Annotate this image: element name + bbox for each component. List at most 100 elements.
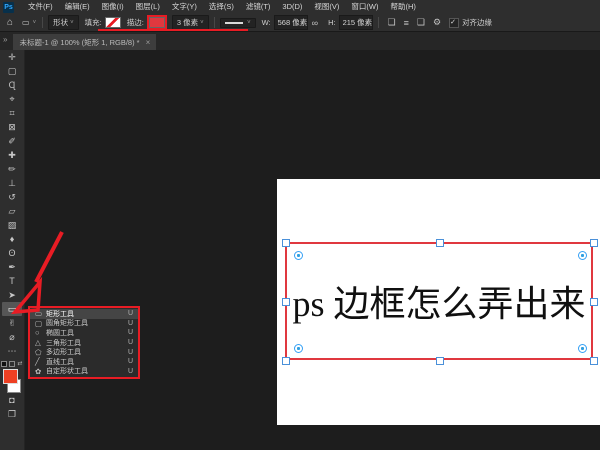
solid-line-icon <box>224 21 243 24</box>
rectangle-tool[interactable]: ▭ <box>2 302 22 316</box>
divider <box>377 17 379 28</box>
tool-options-bar: ⌂ ▭ ˅ 形状 ˅ 填充: 描边: 3 像素 ˅ ˅ W: 568 像素 ∞ … <box>0 14 600 32</box>
frame-tool[interactable]: ⊠ <box>2 120 22 134</box>
move-tool[interactable]: ✛ <box>2 50 22 64</box>
canvas-text: ps 边框怎么弄出来 <box>292 284 586 324</box>
eraser-tool[interactable]: ▱ <box>2 204 22 218</box>
stroke-width-value: 3 像素 <box>176 18 199 27</box>
chevron-down-icon: ˅ <box>70 19 74 26</box>
transform-handle[interactable] <box>590 357 598 365</box>
foreground-color-swatch[interactable] <box>3 369 18 384</box>
menu-item[interactable]: 滤镜(T) <box>240 0 277 14</box>
tool-mode-select[interactable]: 形状 ˅ <box>48 15 79 30</box>
quick-mask-button[interactable]: ◘ <box>2 393 22 407</box>
menu-item[interactable]: 图层(L) <box>130 0 166 14</box>
annotation-underline <box>98 29 248 31</box>
transform-handle[interactable] <box>436 239 444 247</box>
link-dimensions-icon[interactable]: ∞ <box>312 18 318 28</box>
shape-height-input[interactable]: 215 像素 <box>338 15 373 30</box>
menu-list: 文件(F) 编辑(E) 图像(I) 图层(L) 文字(Y) 选择(S) 滤镜(T) 3D(D)… <box>22 0 422 14</box>
flyout-rectangle-tool[interactable]: ▭ 矩形工具 U <box>30 309 138 319</box>
menu-bar: Ps 文件(F) 编辑(E) 图像(I) 图层(L) 文字(Y) 选择(S) 滤镜(T) 3D… <box>0 0 600 15</box>
corner-radius-control[interactable] <box>294 344 303 353</box>
rectangle-preset-icon: ▭ <box>22 18 31 27</box>
corner-radius-control[interactable] <box>578 251 587 260</box>
align-edges-checkbox[interactable]: ✓ <box>449 17 460 28</box>
flyout-line-tool[interactable]: ╱ 直线工具 U <box>30 357 138 367</box>
history-brush-tool[interactable]: ↺ <box>2 190 22 204</box>
pen-tool[interactable]: ✒ <box>2 260 22 274</box>
width-label: W: <box>261 18 271 27</box>
document-tab-bar: » 未标题-1 @ 100% (矩形 1, RGB/8) * × <box>0 31 600 50</box>
flyout-rounded-rectangle-tool[interactable]: ▢ 圆角矩形工具 U <box>30 319 138 329</box>
shape-icon: △ <box>35 338 41 348</box>
screen-mode-button[interactable]: ❐ <box>2 407 22 421</box>
align-edges-label: 对齐边缘 <box>462 18 493 27</box>
corner-radius-control[interactable] <box>578 344 587 353</box>
hand-tool[interactable]: ✌ <box>2 316 22 330</box>
collapse-chevrons-icon[interactable]: » <box>3 35 7 44</box>
stroke-color-swatch[interactable] <box>148 17 165 28</box>
transform-handle[interactable] <box>282 239 290 247</box>
home-icon[interactable]: ⌂ <box>7 17 13 28</box>
close-icon[interactable]: × <box>146 38 151 47</box>
transform-handle[interactable] <box>590 239 598 247</box>
fill-color-swatch[interactable] <box>104 17 121 28</box>
lasso-tool[interactable]: Ɋ <box>2 78 22 92</box>
fill-label: 填充: <box>84 18 102 27</box>
edit-toolbar-button[interactable]: ⋯ <box>2 344 22 358</box>
tool-preset-icon[interactable]: ▭ ˅ <box>22 18 37 27</box>
shape-width-input[interactable]: 568 像素 <box>273 15 308 30</box>
transform-handle[interactable] <box>436 357 444 365</box>
path-selection-tool[interactable]: ➤ <box>2 288 22 302</box>
corner-radius-control[interactable] <box>294 251 303 260</box>
eyedropper-tool[interactable]: ✐ <box>2 134 22 148</box>
type-tool[interactable]: T <box>2 274 22 288</box>
menu-item[interactable]: 编辑(E) <box>59 0 96 14</box>
menu-item[interactable]: 视图(V) <box>308 0 345 14</box>
dodge-tool[interactable]: ʘ <box>2 246 22 260</box>
transform-handle[interactable] <box>282 298 290 306</box>
swap-colors-icon[interactable]: ⇄ <box>17 360 22 367</box>
document-tab[interactable]: 未标题-1 @ 100% (矩形 1, RGB/8) * × <box>13 34 157 50</box>
blur-tool[interactable]: ♦ <box>2 232 22 246</box>
shape-tools-flyout: ▭ 矩形工具 U ▢ 圆角矩形工具 U ○ 椭圆工具 U △ 三角形工具 U ⬠… <box>28 306 140 380</box>
stroke-style-select[interactable]: ˅ <box>219 17 256 28</box>
spot-healing-brush-tool[interactable]: ✚ <box>2 148 22 162</box>
object-selection-tool[interactable]: ⌖ <box>2 92 22 106</box>
default-colors-icon[interactable]: ⇄ <box>1 360 23 367</box>
flyout-triangle-tool[interactable]: △ 三角形工具 U <box>30 338 138 348</box>
shape-icon: ▢ <box>35 318 43 328</box>
shape-icon: ✿ <box>35 366 42 376</box>
zoom-tool[interactable]: ⌀ <box>2 330 22 344</box>
menu-item[interactable]: 窗口(W) <box>345 0 384 14</box>
stroke-width-select[interactable]: 3 像素 ˅ <box>171 15 209 30</box>
shape-icon: ○ <box>35 328 40 338</box>
color-swatches <box>2 369 22 393</box>
path-operations-icon[interactable]: ❏ <box>388 17 396 28</box>
menu-item[interactable]: 3D(D) <box>276 0 308 14</box>
clone-stamp-tool[interactable]: ⊥ <box>2 176 22 190</box>
chevron-down-icon: ˅ <box>32 19 38 26</box>
transform-handle[interactable] <box>590 298 598 306</box>
flyout-ellipse-tool[interactable]: ○ 椭圆工具 U <box>30 328 138 338</box>
divider <box>213 17 215 28</box>
rectangular-marquee-tool[interactable]: ▢ <box>2 64 22 78</box>
transform-handle[interactable] <box>282 357 290 365</box>
divider <box>42 17 44 28</box>
gradient-tool[interactable]: ▨ <box>2 218 22 232</box>
path-arrangement-icon[interactable]: ❑ <box>417 17 425 28</box>
flyout-polygon-tool[interactable]: ⬠ 多边形工具 U <box>30 347 138 357</box>
menu-item[interactable]: 选择(S) <box>203 0 240 14</box>
menu-item[interactable]: 文字(Y) <box>166 0 203 14</box>
shape-settings-gear-icon[interactable]: ⚙ <box>433 17 441 28</box>
brush-tool[interactable]: ✏ <box>2 162 22 176</box>
crop-tool[interactable]: ⌗ <box>2 106 22 120</box>
flyout-custom-shape-tool[interactable]: ✿ 自定形状工具 U <box>30 367 138 377</box>
menu-item[interactable]: 文件(F) <box>22 0 59 14</box>
menu-item[interactable]: 图像(I) <box>96 0 130 14</box>
tool-mode-value: 形状 <box>53 18 69 27</box>
menu-item[interactable]: 帮助(H) <box>385 0 422 14</box>
height-label: H: <box>328 18 336 27</box>
path-alignment-icon[interactable]: ≡ <box>404 18 409 28</box>
